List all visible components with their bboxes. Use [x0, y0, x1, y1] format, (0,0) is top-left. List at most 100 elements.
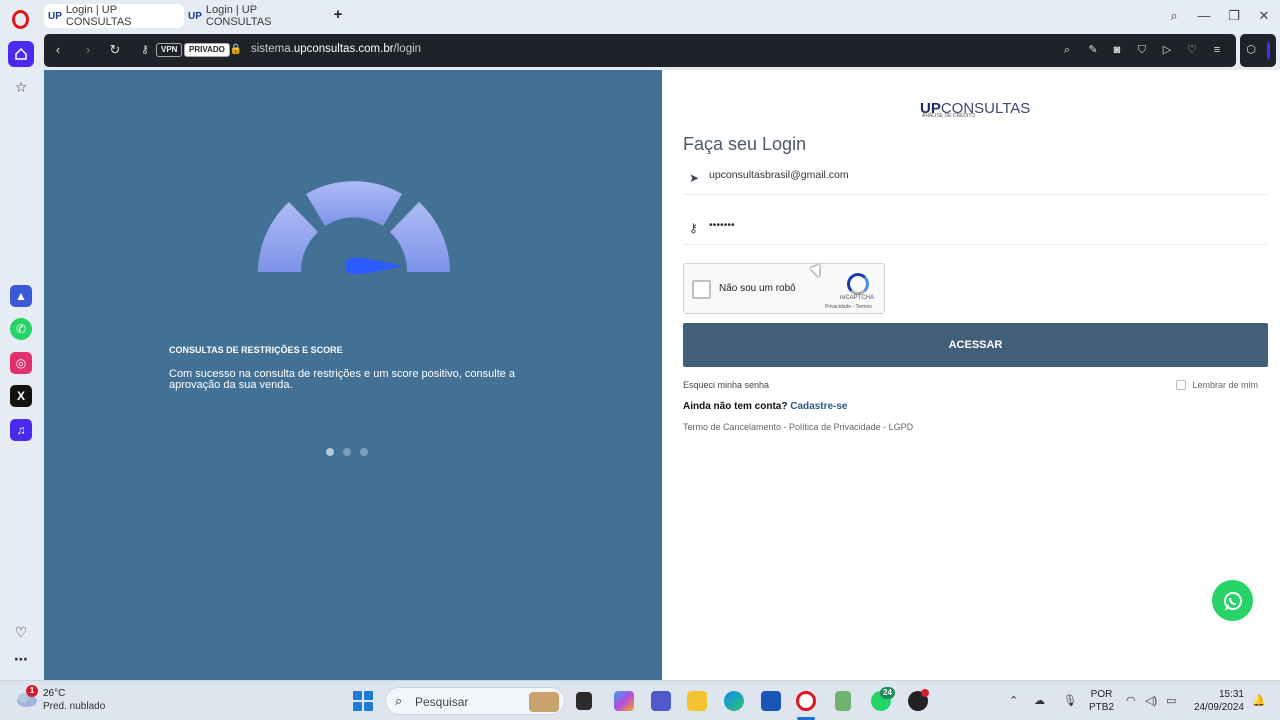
- cube-icon[interactable]: ⬡: [1244, 43, 1258, 57]
- language-indicator[interactable]: POR PTB2: [1089, 688, 1114, 714]
- whatsapp-badge: 24: [880, 687, 895, 699]
- remember-checkbox[interactable]: [1176, 380, 1187, 390]
- heart-icon[interactable]: ♡: [1185, 43, 1199, 57]
- start-button[interactable]: [353, 691, 373, 711]
- submit-button[interactable]: ACESSAR: [683, 323, 1268, 367]
- more-icon[interactable]: ⋯: [9, 647, 33, 671]
- hero-panel: CONSULTAS DE RESTRIÇÕES E SCORE Com suce…: [44, 70, 662, 680]
- music-player-icon[interactable]: ♫: [10, 419, 32, 441]
- menu-icon[interactable]: ≡: [1210, 43, 1224, 57]
- captcha-checkbox[interactable]: [692, 280, 711, 299]
- weather-condition[interactable]: Pred. nublado: [43, 701, 105, 712]
- bell-icon[interactable]: 🔔: [1252, 694, 1266, 707]
- captcha-label: Não sou um robô: [719, 283, 796, 294]
- address-bar[interactable]: ‹ › ↻ ⚷ VPN PRIVADO 🔒 sistema.upconsulta…: [44, 34, 1236, 67]
- x-twitter-icon[interactable]: X: [10, 385, 32, 407]
- whatsapp-icon[interactable]: ✆: [10, 318, 32, 340]
- back-icon[interactable]: ‹: [50, 42, 66, 58]
- shield-icon[interactable]: ⛉: [1135, 43, 1149, 57]
- search-icon[interactable]: ⌕: [1060, 43, 1074, 57]
- signup-link[interactable]: Cadastre-se: [790, 401, 847, 412]
- file-explorer-icon[interactable]: [687, 691, 707, 711]
- carousel-dot[interactable]: [326, 448, 334, 456]
- edit-icon[interactable]: ✎: [1086, 43, 1100, 57]
- signup-line: Ainda não tem conta? Cadastre-se: [683, 401, 848, 412]
- search-highlight-icon: [529, 692, 559, 712]
- vpn-badge[interactable]: VPN: [156, 43, 183, 57]
- password-field[interactable]: [709, 219, 1229, 231]
- weather-badge: 1: [26, 685, 38, 697]
- new-tab-icon[interactable]: +: [331, 7, 345, 22]
- date: 24/09/2024: [1193, 702, 1244, 713]
- search-placeholder: Pesquisar: [415, 695, 469, 709]
- url-text[interactable]: sistema.upconsultas.com.br/login: [251, 43, 421, 55]
- clock[interactable]: 15:31 24/09/2024: [1192, 688, 1244, 714]
- opera-logo-icon[interactable]: [12, 10, 29, 29]
- private-badge: PRIVADO: [184, 43, 230, 57]
- url-domain: upconsultas.com.br: [293, 43, 394, 55]
- forward-icon[interactable]: ›: [80, 42, 96, 58]
- notepad-icon[interactable]: [835, 691, 851, 711]
- reload-icon[interactable]: ↻: [107, 42, 123, 58]
- microphone-icon[interactable]: 🎙: [1063, 694, 1077, 707]
- instagram-icon[interactable]: ◎: [10, 352, 32, 374]
- carousel-dot[interactable]: [360, 448, 368, 456]
- close-icon[interactable]: ✕: [1256, 8, 1272, 24]
- windows-logo-icon: [353, 691, 362, 700]
- heart-icon[interactable]: ♡: [9, 620, 33, 644]
- chevron-up-icon[interactable]: ⌃: [1009, 694, 1018, 707]
- recaptcha-widget: Não sou um robô reCAPTCHA Privacidade - …: [683, 263, 885, 314]
- carousel-dots: [326, 448, 368, 456]
- home-icon[interactable]: [8, 41, 34, 67]
- opera-sidebar: ☆ ▲ ✆ ◎ X ♫ ♡ ⋯: [0, 0, 42, 680]
- whatsapp-float-button[interactable]: [1212, 580, 1253, 621]
- email-field-wrapper: ➤: [683, 165, 1268, 195]
- teams-icon[interactable]: [651, 691, 671, 711]
- url-prefix: sistema.: [251, 43, 294, 55]
- recaptcha-icon: [847, 273, 869, 295]
- legal-links[interactable]: Termo de Cancelamento - Política de Priv…: [683, 422, 913, 432]
- wifi-icon[interactable]: ◠: [1126, 694, 1136, 707]
- taskbar-search[interactable]: ⌕ Pesquisar: [385, 687, 565, 715]
- remember-label: Lembrar de mim: [1192, 380, 1258, 390]
- volume-icon[interactable]: ◁): [1145, 694, 1157, 707]
- copilot-icon[interactable]: [614, 691, 634, 711]
- lock-icon[interactable]: 🔒: [228, 42, 244, 58]
- aria-icon[interactable]: ▲: [10, 285, 32, 307]
- send-icon[interactable]: ▷: [1160, 43, 1174, 57]
- captcha-brand: reCAPTCHA: [840, 295, 875, 301]
- star-icon[interactable]: ☆: [9, 75, 33, 99]
- up-favicon-icon: UP: [48, 10, 62, 22]
- edge-icon[interactable]: [724, 691, 744, 711]
- minimize-icon[interactable]: —: [1196, 8, 1212, 24]
- camera-icon[interactable]: ◙: [1110, 43, 1124, 57]
- remember-me[interactable]: Lembrar de mim: [1176, 380, 1258, 390]
- restore-icon[interactable]: ❐: [1226, 8, 1242, 24]
- profile-indicator: [1267, 42, 1270, 59]
- store-icon[interactable]: [761, 691, 781, 711]
- email-field[interactable]: [709, 169, 1229, 181]
- captcha-links[interactable]: Privacidade - Termos: [825, 304, 872, 310]
- time: 15:31: [1218, 689, 1244, 700]
- temperature[interactable]: 26°C: [43, 688, 65, 699]
- tab-login[interactable]: UP Login | UP CONSULTAS: [184, 4, 324, 28]
- notification-dot: [921, 689, 929, 697]
- opera-icon[interactable]: [796, 691, 816, 711]
- key-icon[interactable]: ⚷: [137, 42, 153, 58]
- search-icon: ⌕: [395, 693, 403, 708]
- forgot-password-link[interactable]: Esqueci minha senha: [683, 380, 769, 390]
- web-page: CONSULTAS DE RESTRIÇÕES E SCORE Com suce…: [44, 70, 1280, 680]
- tab-login-active[interactable]: UP Login | UP CONSULTAS: [44, 4, 184, 28]
- tab-title: Login | UP CONSULTAS: [205, 4, 272, 28]
- battery-icon[interactable]: ▭: [1166, 694, 1176, 707]
- browser-window: ☆ ▲ ✆ ◎ X ♫ ♡ ⋯ UP Login | UP CONSULTAS …: [0, 0, 1280, 680]
- login-form: UPCONSULTAS ANÁLISE DE CRÉDITO Faça seu …: [683, 70, 1268, 680]
- up-favicon-icon: UP: [188, 10, 202, 22]
- search-tabs-icon[interactable]: ⌕: [1166, 8, 1182, 24]
- hero-text: Com sucesso na consulta de restrições e …: [169, 368, 516, 391]
- language-code: POR: [1090, 689, 1113, 700]
- carousel-dot[interactable]: [343, 448, 351, 456]
- windows-taskbar: 1 26°C Pred. nublado ⌕ Pesquisar 24 ⌃ ☁ …: [0, 680, 1280, 720]
- onedrive-icon[interactable]: ☁: [1034, 694, 1045, 707]
- task-view-icon[interactable]: [576, 692, 592, 710]
